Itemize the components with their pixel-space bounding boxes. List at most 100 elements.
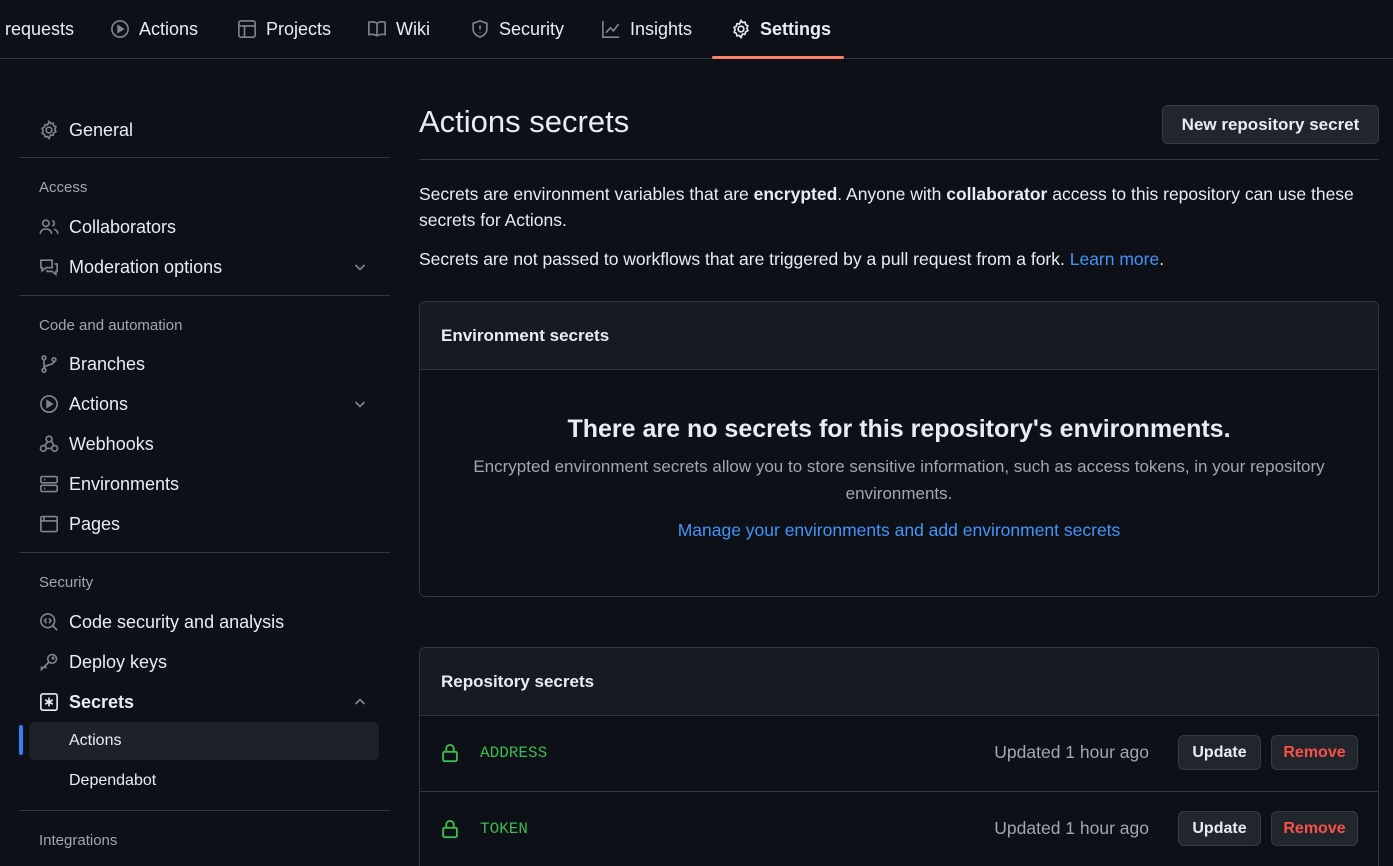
chevron-up-icon[interactable] <box>352 694 368 710</box>
sidebar-subitem-secrets-dependabot[interactable]: Dependabot <box>29 762 379 800</box>
asterisk-box-icon <box>39 692 59 712</box>
book-icon <box>367 19 387 39</box>
sidebar-heading-access: Access <box>39 179 88 196</box>
tab-label: requests <box>5 18 75 39</box>
lock-icon <box>441 819 459 839</box>
environment-secrets-header: Environment secrets <box>420 302 1378 370</box>
tab-settings[interactable]: Settings <box>731 0 831 58</box>
sidebar-item-label: Pages <box>69 513 121 534</box>
repository-secrets-header: Repository secrets <box>420 648 1378 716</box>
play-circle-icon <box>39 394 59 414</box>
sidebar-item-general[interactable]: General <box>19 110 390 150</box>
sidebar-item-label: Deploy keys <box>69 651 168 672</box>
update-secret-button[interactable]: Update <box>1178 735 1261 770</box>
sidebar-item-label: Environments <box>69 473 180 494</box>
title-divider <box>419 159 1379 160</box>
sidebar-item-secrets[interactable]: Secrets <box>19 682 390 722</box>
server-icon <box>39 474 59 494</box>
lock-icon <box>441 743 459 763</box>
sidebar-divider <box>19 157 390 158</box>
sidebar-item-label: Secrets <box>69 691 135 712</box>
new-repository-secret-button[interactable]: New repository secret <box>1162 105 1379 144</box>
tab-label: Insights <box>630 18 693 39</box>
sidebar-item-moderation-options[interactable]: Moderation options <box>19 247 390 287</box>
remove-secret-button[interactable]: Remove <box>1271 811 1358 846</box>
desc-text: Secrets are not passed to workflows that… <box>419 249 1070 269</box>
sidebar-item-webhooks[interactable]: Webhooks <box>19 424 390 464</box>
secret-name: ADDRESS <box>480 744 548 762</box>
table-icon <box>237 19 257 39</box>
repo-nav: requests Actions Projects Wiki Security … <box>0 0 1393 59</box>
browser-icon <box>39 514 59 534</box>
tab-label: Wiki <box>396 18 430 39</box>
remove-secret-button[interactable]: Remove <box>1271 735 1358 770</box>
sidebar-item-environments[interactable]: Environments <box>19 464 390 504</box>
tab-label: Settings <box>760 18 832 39</box>
key-icon <box>39 652 59 672</box>
sidebar-item-branches[interactable]: Branches <box>19 344 390 384</box>
sidebar-item-label: Actions <box>69 393 129 414</box>
tab-label: Projects <box>266 18 332 39</box>
learn-more-link[interactable]: Learn more <box>1070 249 1160 269</box>
secrets-description: Secrets are environment variables that a… <box>419 181 1379 233</box>
chevron-down-icon[interactable] <box>352 396 368 412</box>
sidebar-heading-security: Security <box>39 574 94 591</box>
secret-updated-time: Updated 1 hour ago <box>994 818 1149 838</box>
sidebar-divider <box>19 810 390 811</box>
sidebar-item-actions[interactable]: Actions <box>19 384 390 424</box>
sidebar-item-label: Collaborators <box>69 216 177 237</box>
codescan-icon <box>39 612 59 632</box>
blankslate-description: Encrypted environment secrets allow you … <box>473 457 1325 503</box>
sidebar-item-label: Dependabot <box>69 772 157 789</box>
desc-text: . <box>1159 249 1165 269</box>
tab-label: Actions <box>139 18 199 39</box>
chevron-down-icon[interactable] <box>352 259 368 275</box>
desc-text: Secrets are environment variables that a… <box>419 184 754 204</box>
blankslate-title: There are no secrets for this repository… <box>567 415 1231 443</box>
sidebar-subitem-secrets-actions[interactable]: Actions <box>29 722 379 760</box>
git-branch-icon <box>39 354 59 374</box>
tab-label: Security <box>499 18 565 39</box>
manage-environments-link[interactable]: Manage your environments and add environ… <box>678 520 1121 540</box>
desc-bold-encrypted: encrypted <box>753 184 838 204</box>
people-icon <box>39 217 59 237</box>
page-title: Actions secrets <box>419 104 630 139</box>
sidebar-item-label: General <box>69 119 134 140</box>
tab-projects[interactable]: Projects <box>237 0 331 58</box>
fork-notice: Secrets are not passed to workflows that… <box>419 246 1379 272</box>
tab-pull-requests[interactable]: requests <box>5 0 74 58</box>
sidebar-item-code-security[interactable]: Code security and analysis <box>19 602 390 642</box>
desc-text: . Anyone with <box>837 184 947 204</box>
blankslate-link-wrap: Manage your environments and add environ… <box>420 520 1378 541</box>
desc-bold-collaborator: collaborator <box>946 184 1048 204</box>
secret-row: ADDRESS Updated 1 hour ago Update Remove <box>420 716 1378 791</box>
shield-icon <box>470 19 490 39</box>
comment-discussion-icon <box>39 257 59 277</box>
repository-secrets-box: Repository secrets ADDRESS Updated 1 hou… <box>419 647 1379 866</box>
tab-insights[interactable]: Insights <box>601 0 692 58</box>
sidebar-item-pages[interactable]: Pages <box>19 504 390 544</box>
gear-icon <box>731 19 751 39</box>
sidebar-heading-integrations: Integrations <box>39 832 118 849</box>
tab-wiki[interactable]: Wiki <box>367 0 430 58</box>
secret-updated-time: Updated 1 hour ago <box>994 742 1149 762</box>
sidebar-item-label: Branches <box>69 353 146 374</box>
tab-security[interactable]: Security <box>470 0 564 58</box>
sidebar-item-label: Actions <box>69 732 122 749</box>
webhook-icon <box>39 434 59 454</box>
play-circle-icon <box>110 19 130 39</box>
sidebar-item-label: Moderation options <box>69 256 223 277</box>
tab-actions[interactable]: Actions <box>110 0 198 58</box>
secret-row: TOKEN Updated 1 hour ago Update Remove <box>420 791 1378 866</box>
sidebar-divider <box>19 552 390 553</box>
sidebar-item-deploy-keys[interactable]: Deploy keys <box>19 642 390 682</box>
environment-secrets-box: Environment secrets There are no secrets… <box>419 301 1379 597</box>
selected-tab-underline <box>712 56 844 59</box>
sidebar-heading-code-automation: Code and automation <box>39 317 183 334</box>
update-secret-button[interactable]: Update <box>1178 811 1261 846</box>
sidebar-item-collaborators[interactable]: Collaborators <box>19 207 390 247</box>
sidebar-divider <box>19 295 390 296</box>
active-item-marker <box>19 725 23 755</box>
sidebar-item-label: Webhooks <box>69 433 154 454</box>
sidebar-item-label: Code security and analysis <box>69 611 285 632</box>
